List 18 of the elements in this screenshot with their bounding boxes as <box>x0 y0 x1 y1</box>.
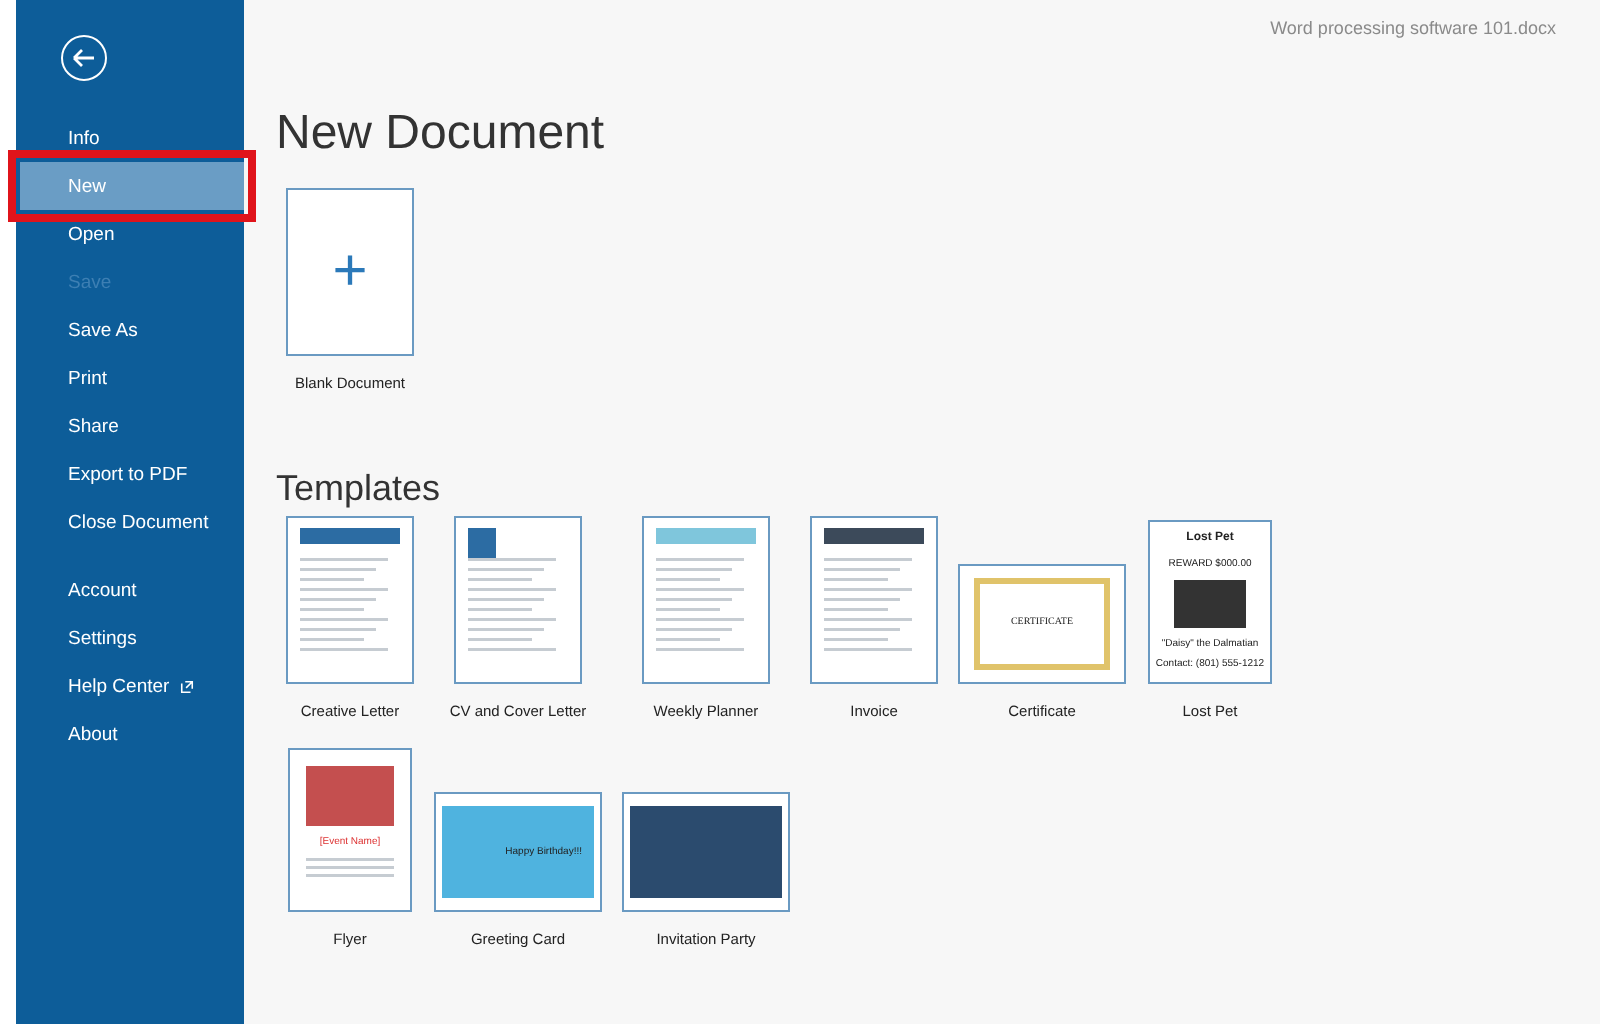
menu-item[interactable]: Share <box>20 402 244 450</box>
section-heading: Templates <box>276 468 443 508</box>
menu-item[interactable]: Print <box>20 354 244 402</box>
external-link-icon <box>179 679 194 693</box>
menu-item[interactable]: Settings <box>20 614 244 662</box>
menu-item[interactable]: Help Center <box>20 662 244 710</box>
page-title: New Document <box>276 106 607 162</box>
photo-placeholder <box>306 766 394 826</box>
menu-item[interactable]: Info <box>20 114 244 162</box>
menu-item[interactable]: About <box>20 710 244 758</box>
document-name: Word processing software 101.docx <box>1270 18 1556 38</box>
blank-document-tile[interactable]: + <box>286 188 414 356</box>
menu-item[interactable]: Open <box>20 210 244 258</box>
menu-item[interactable]: Close Document <box>20 498 244 546</box>
photo-placeholder <box>1174 579 1246 628</box>
menu-item[interactable]: Save As <box>20 306 244 354</box>
menu-item[interactable]: Account <box>20 566 244 614</box>
menu-item[interactable]: Export to PDF <box>20 450 244 498</box>
